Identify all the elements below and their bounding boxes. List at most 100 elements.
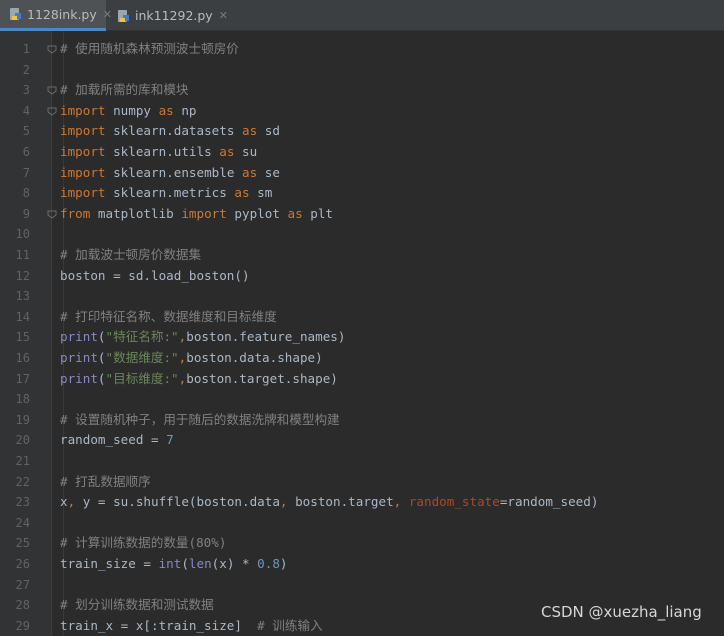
line-number: 28	[15, 598, 30, 613]
code-token: boston.target.shape)	[186, 370, 338, 386]
code-token: # 划分训练数据和测试数据	[60, 597, 214, 613]
code-token: int	[158, 556, 182, 571]
line-number: 7	[22, 165, 30, 180]
code-line[interactable]: # 计算训练数据的数量(80%)	[60, 533, 226, 554]
tab-1128ink[interactable]: 1128ink.py ✕	[0, 0, 112, 31]
line-number: 22	[15, 474, 30, 489]
code-token: print	[60, 350, 98, 365]
python-file-icon	[117, 9, 131, 23]
line-number: 12	[15, 268, 30, 283]
code-token: import	[60, 185, 106, 201]
code-token: se	[257, 164, 280, 180]
line-number: 3	[22, 83, 30, 98]
line-number: 17	[15, 371, 30, 386]
code-line[interactable]: print("目标维度:",boston.target.shape)	[60, 369, 338, 390]
code-token: matplotlib	[90, 205, 182, 221]
line-number: 21	[15, 454, 30, 468]
python-file-icon	[9, 7, 23, 21]
code-token: (	[97, 370, 106, 386]
code-token: "目标维度:"	[105, 370, 179, 386]
code-line[interactable]: random_seed = 7	[60, 430, 174, 451]
code-token: )	[279, 556, 288, 571]
code-token: # 使用随机森林预测波士顿房价	[60, 41, 239, 56]
code-token: y = su.shuffle(boston.data	[75, 494, 280, 510]
code-line[interactable]: # 划分训练数据和测试数据	[60, 595, 214, 616]
code-line[interactable]: import numpy as np	[60, 101, 197, 122]
line-number: 8	[22, 186, 30, 201]
tab-label: ink11292.py	[135, 8, 213, 23]
code-line[interactable]: print("数据维度:",boston.data.shape)	[60, 348, 323, 369]
code-token: boston.target	[287, 494, 394, 510]
code-token: su	[234, 144, 258, 159]
code-token: ,	[279, 494, 288, 510]
code-token: sklearn.ensemble	[105, 164, 242, 180]
code-line[interactable]: # 加载所需的库和模块	[60, 80, 189, 101]
close-tab-icon[interactable]: ✕	[219, 9, 228, 22]
code-token: boston.data.shape)	[186, 350, 323, 365]
code-token: # 训练输入	[257, 617, 323, 633]
code-token: random_state	[408, 494, 500, 510]
code-token: import	[60, 164, 106, 180]
line-number: 19	[15, 412, 30, 427]
code-line[interactable]: # 加载波士顿房价数据集	[60, 245, 201, 266]
code-line[interactable]: print("特征名称:",boston.feature_names)	[60, 327, 345, 348]
code-token: from	[60, 205, 91, 221]
line-number: 9	[22, 206, 30, 221]
line-number: 14	[15, 309, 30, 324]
code-line[interactable]: # 打印特征名称、数据维度和目标维度	[60, 307, 277, 328]
code-token: "数据维度:"	[105, 350, 179, 365]
line-number: 11	[15, 248, 30, 262]
code-token: sm	[249, 185, 273, 201]
code-line[interactable]: # 设置随机种子，用于随后的数据洗牌和模型构建	[60, 410, 340, 431]
code-token: np	[173, 102, 197, 118]
code-line[interactable]: # 打乱数据顺序	[60, 472, 151, 493]
line-number: 4	[22, 103, 30, 118]
code-token: print	[60, 329, 98, 345]
line-number: 15	[15, 330, 30, 345]
tab-label: 1128ink.py	[27, 6, 97, 22]
code-line[interactable]: import sklearn.ensemble as se	[60, 163, 280, 184]
code-token: sd	[257, 123, 280, 139]
line-number: 6	[22, 145, 30, 159]
code-token: import	[60, 102, 106, 118]
code-token: # 打乱数据顺序	[60, 473, 151, 489]
code-token: import	[60, 123, 106, 139]
code-line[interactable]: import sklearn.utils as su	[60, 142, 257, 163]
code-line[interactable]: # 使用随机森林预测波士顿房价	[60, 39, 239, 60]
code-token: import	[60, 144, 106, 159]
code-token: (x) *	[211, 556, 258, 571]
line-number: 16	[15, 351, 30, 365]
code-token: print	[60, 370, 98, 386]
code-token: =random_seed)	[499, 494, 599, 510]
line-number: 20	[15, 433, 30, 448]
code-token: as	[287, 205, 303, 221]
code-line[interactable]: import sklearn.datasets as sd	[60, 121, 280, 142]
code-token: 7	[166, 432, 174, 448]
code-editor[interactable]: # 使用随机森林预测波士顿房价 # 加载所需的库和模块 import numpy a…	[52, 31, 724, 636]
code-token: (	[97, 329, 106, 345]
code-token: "特征名称:"	[105, 329, 179, 345]
line-number: 26	[15, 557, 30, 571]
code-line[interactable]: train_x = x[:train_size] # 训练输入	[60, 616, 323, 636]
line-number: 18	[15, 392, 30, 407]
code-token: # 加载所需的库和模块	[60, 82, 189, 98]
tab-ink11292[interactable]: ink11292.py ✕	[108, 0, 228, 31]
code-token: 0.8	[257, 556, 280, 571]
line-number: 10	[15, 227, 30, 242]
code-line[interactable]: x, y = su.shuffle(boston.data, boston.ta…	[60, 492, 598, 513]
code-line[interactable]: boston = sd.load_boston()	[60, 266, 250, 287]
code-token: numpy	[105, 102, 159, 118]
code-token: sklearn.utils	[105, 144, 220, 159]
code-token: sklearn.datasets	[105, 123, 242, 139]
code-token: (	[181, 556, 189, 571]
code-line[interactable]: import sklearn.metrics as sm	[60, 183, 272, 204]
code-line[interactable]: from matplotlib import pyplot as plt	[60, 204, 333, 225]
line-number: 25	[15, 536, 30, 551]
code-token: train_size =	[60, 556, 159, 571]
code-token: train_x = x[:train_size]	[60, 617, 258, 633]
line-number-gutter: 1 2 3 4 5 6 7 8 9 10 11 12 13 14 15 16 17 18 19 20 21 22 23 24 2…	[0, 31, 57, 636]
code-token: random_seed =	[60, 432, 167, 448]
editor-tab-bar: 1128ink.py ✕ ink11292.py ✕	[0, 0, 724, 31]
code-line[interactable]: train_size = int(len(x) * 0.8)	[60, 554, 288, 575]
